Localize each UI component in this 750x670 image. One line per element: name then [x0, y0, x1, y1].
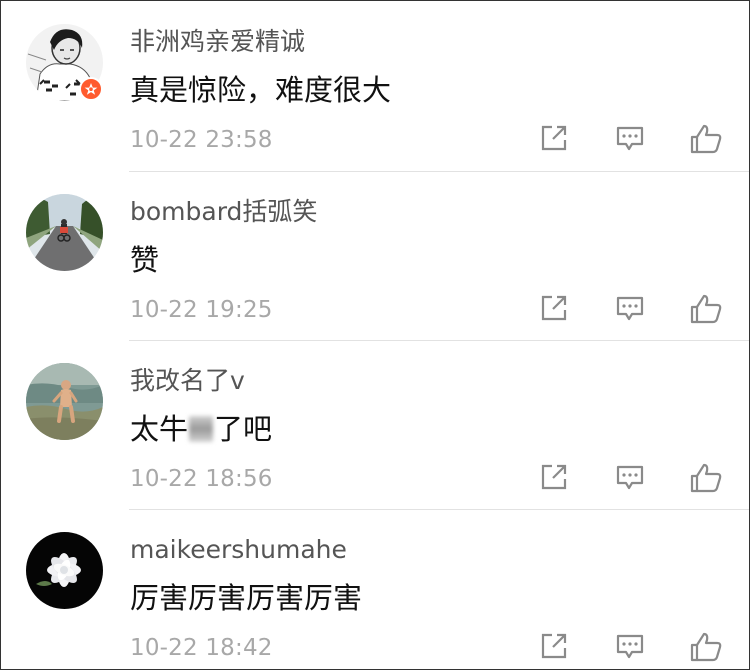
comment-item: 我改名了v 太牛 了吧 10-22 18:56: [1, 340, 749, 509]
child-at-beach-avatar-icon: [26, 363, 103, 440]
username[interactable]: 非洲鸡亲爱精诚: [130, 25, 305, 59]
comment-text: 太牛 了吧: [130, 410, 272, 448]
like-icon: [690, 294, 722, 324]
white-flower-avatar-icon: [26, 532, 103, 609]
comment-item: maikeershumahe 厉害厉害厉害厉害 10-22 18:42: [1, 509, 749, 669]
share-button[interactable]: [539, 631, 573, 663]
comment-time: 10-22 18:42: [130, 635, 273, 661]
avatar[interactable]: [26, 532, 103, 609]
comment-actions: [539, 631, 729, 663]
like-button[interactable]: [689, 462, 723, 494]
comment-time: 10-22 18:56: [130, 466, 273, 492]
share-icon: [541, 295, 567, 321]
avatar[interactable]: [26, 363, 103, 440]
reply-icon: [616, 126, 644, 151]
reply-button[interactable]: [615, 123, 649, 155]
comment-time: 10-22 19:25: [130, 297, 273, 323]
reply-button[interactable]: [615, 631, 649, 663]
comment-list: 非洲鸡亲爱精诚 真是惊险，难度很大 10-22 23:58 bombard括弧笑…: [0, 0, 750, 670]
reply-button[interactable]: [615, 293, 649, 325]
comment-text-part: 太牛: [130, 412, 189, 446]
like-button[interactable]: [689, 631, 723, 663]
comment-text: 厉害厉害厉害厉害: [130, 581, 363, 615]
comment-text: 赞: [130, 243, 160, 277]
username[interactable]: maikeershumahe: [130, 533, 347, 567]
comment-text-part: 了吧: [214, 412, 273, 446]
username[interactable]: 我改名了v: [130, 364, 245, 398]
share-button[interactable]: [539, 123, 573, 155]
like-button[interactable]: [689, 293, 723, 325]
avatar[interactable]: [26, 194, 103, 271]
comment-text: 真是惊险，难度很大: [130, 73, 392, 107]
share-button[interactable]: [539, 293, 573, 325]
share-icon: [541, 125, 567, 151]
comment-item: 非洲鸡亲爱精诚 真是惊险，难度很大 10-22 23:58: [1, 1, 749, 170]
like-icon: [690, 124, 722, 154]
comment-time: 10-22 23:58: [130, 127, 273, 153]
like-button[interactable]: [689, 123, 723, 155]
share-icon: [541, 633, 567, 659]
road-cyclist-avatar-icon: [26, 194, 103, 271]
vip-badge-icon: [79, 77, 103, 101]
comment-actions: [539, 293, 729, 325]
like-icon: [690, 463, 722, 493]
share-icon: [541, 464, 567, 490]
comment-actions: [539, 462, 729, 494]
reply-icon: [616, 634, 644, 659]
reply-button[interactable]: [615, 462, 649, 494]
censored-word: [189, 416, 214, 442]
comment-actions: [539, 123, 729, 155]
share-button[interactable]: [539, 462, 573, 494]
reply-icon: [616, 465, 644, 490]
reply-icon: [616, 296, 644, 321]
like-icon: [690, 632, 722, 662]
comment-item: bombard括弧笑 赞 10-22 19:25: [1, 171, 749, 340]
username[interactable]: bombard括弧笑: [130, 195, 317, 229]
